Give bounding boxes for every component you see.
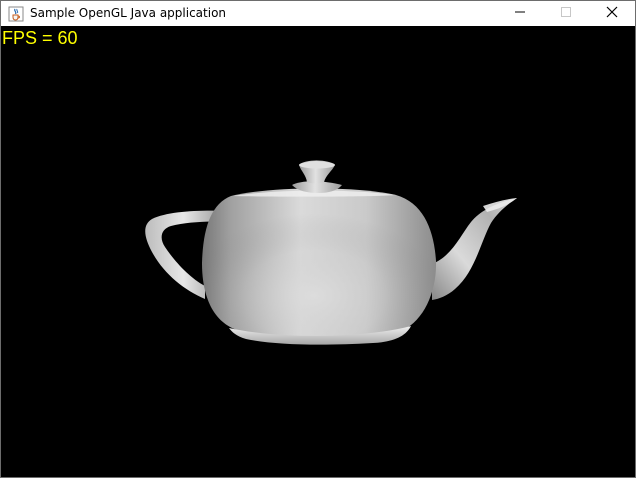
window-controls bbox=[497, 1, 635, 26]
application-window: Sample OpenGL Java application FPS = 60 bbox=[0, 0, 636, 478]
java-cup-icon bbox=[8, 6, 24, 22]
maximize-button[interactable] bbox=[543, 1, 589, 26]
maximize-icon bbox=[560, 6, 572, 21]
opengl-canvas[interactable]: FPS = 60 bbox=[1, 26, 635, 477]
window-title: Sample OpenGL Java application bbox=[30, 5, 227, 20]
close-button[interactable] bbox=[589, 1, 635, 26]
window-titlebar[interactable]: Sample OpenGL Java application bbox=[1, 1, 635, 26]
minimize-button[interactable] bbox=[497, 1, 543, 26]
minimize-icon bbox=[514, 6, 526, 21]
teapot-spout bbox=[432, 198, 517, 300]
close-icon bbox=[606, 6, 618, 21]
teapot-render bbox=[145, 160, 517, 345]
